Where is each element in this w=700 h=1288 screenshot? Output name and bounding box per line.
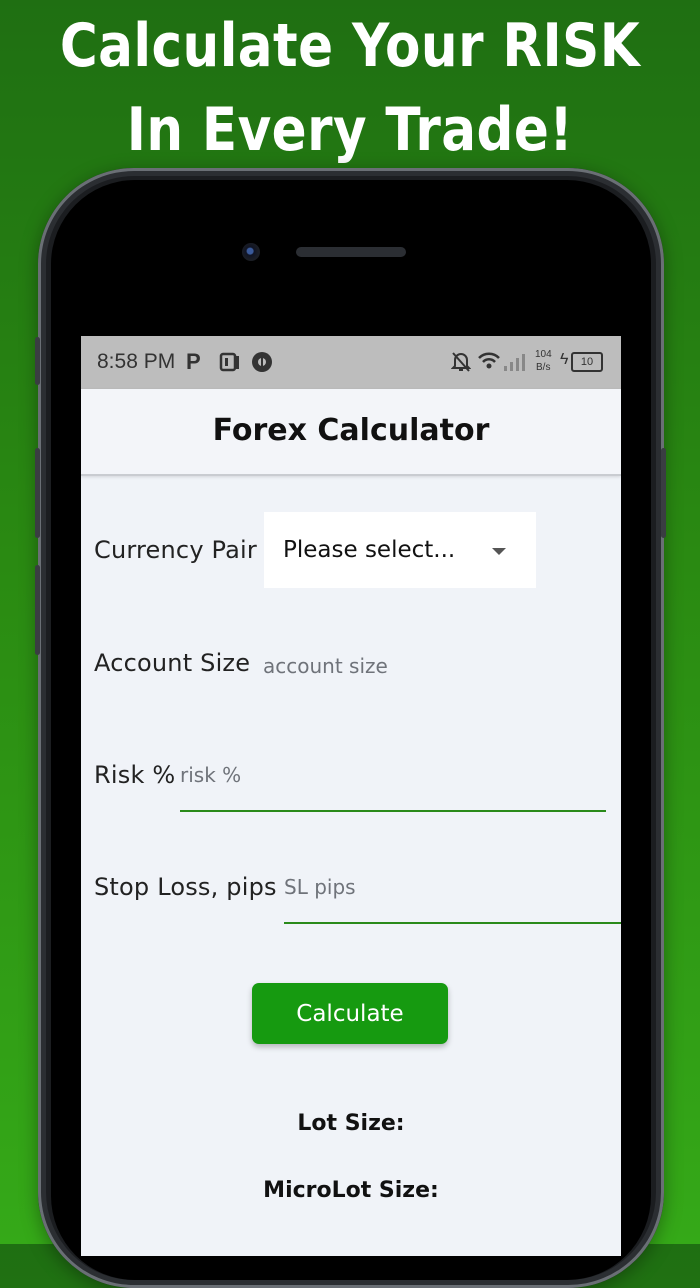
- phone-power-button: [661, 448, 666, 538]
- app-screen: 8:58 PM P 104 B/s ϟ 10 Forex Calculator …: [81, 336, 621, 1256]
- calculate-button[interactable]: Calculate: [252, 983, 448, 1044]
- stop-loss-label: Stop Loss, pips: [94, 873, 277, 901]
- front-camera: [242, 243, 260, 261]
- parking-p-icon: P: [186, 349, 201, 374]
- battery-icon: 10: [571, 352, 603, 372]
- promo-headline-line2: In Every Trade!: [126, 95, 574, 165]
- risk-percent-placeholder: risk %: [180, 763, 242, 787]
- phone-volume-down-button: [35, 565, 40, 655]
- status-time: 8:58 PM: [97, 350, 176, 373]
- currency-pair-label: Currency Pair: [94, 536, 257, 564]
- account-size-placeholder: account size: [263, 654, 388, 678]
- net-speed-value: 104: [535, 349, 552, 360]
- account-size-input[interactable]: account size: [263, 640, 603, 688]
- stop-loss-input[interactable]: SL pips: [284, 874, 621, 924]
- signal-icon: [503, 352, 525, 377]
- phone-side-button: [35, 337, 40, 385]
- stop-loss-placeholder: SL pips: [284, 875, 356, 899]
- microlot-size-label: MicroLot Size:: [263, 1178, 439, 1203]
- charging-icon: ϟ: [560, 351, 569, 368]
- account-size-label: Account Size: [94, 649, 251, 677]
- wifi-icon: [477, 350, 501, 377]
- app-bar: Forex Calculator: [81, 389, 621, 476]
- risk-percent-label: Risk %: [94, 761, 176, 789]
- risk-percent-input[interactable]: risk %: [180, 762, 606, 812]
- pocket-app-icon: [219, 351, 241, 378]
- lot-size-label: Lot Size:: [297, 1111, 405, 1136]
- opera-icon: [251, 351, 273, 378]
- promo-headline-line1: Calculate Your RISK: [59, 11, 641, 81]
- net-speed-unit: B/s: [536, 362, 551, 373]
- bell-muted-icon: [450, 351, 472, 378]
- phone-speaker: [296, 247, 406, 257]
- dropdown-arrow-icon: [492, 548, 506, 555]
- currency-pair-value: Please select...: [283, 537, 456, 563]
- phone-volume-up-button: [35, 448, 40, 538]
- app-title: Forex Calculator: [212, 413, 490, 448]
- currency-pair-select[interactable]: Please select...: [264, 512, 536, 588]
- status-bar: 8:58 PM P 104 B/s ϟ 10: [81, 336, 621, 389]
- battery-level: 10: [580, 356, 594, 368]
